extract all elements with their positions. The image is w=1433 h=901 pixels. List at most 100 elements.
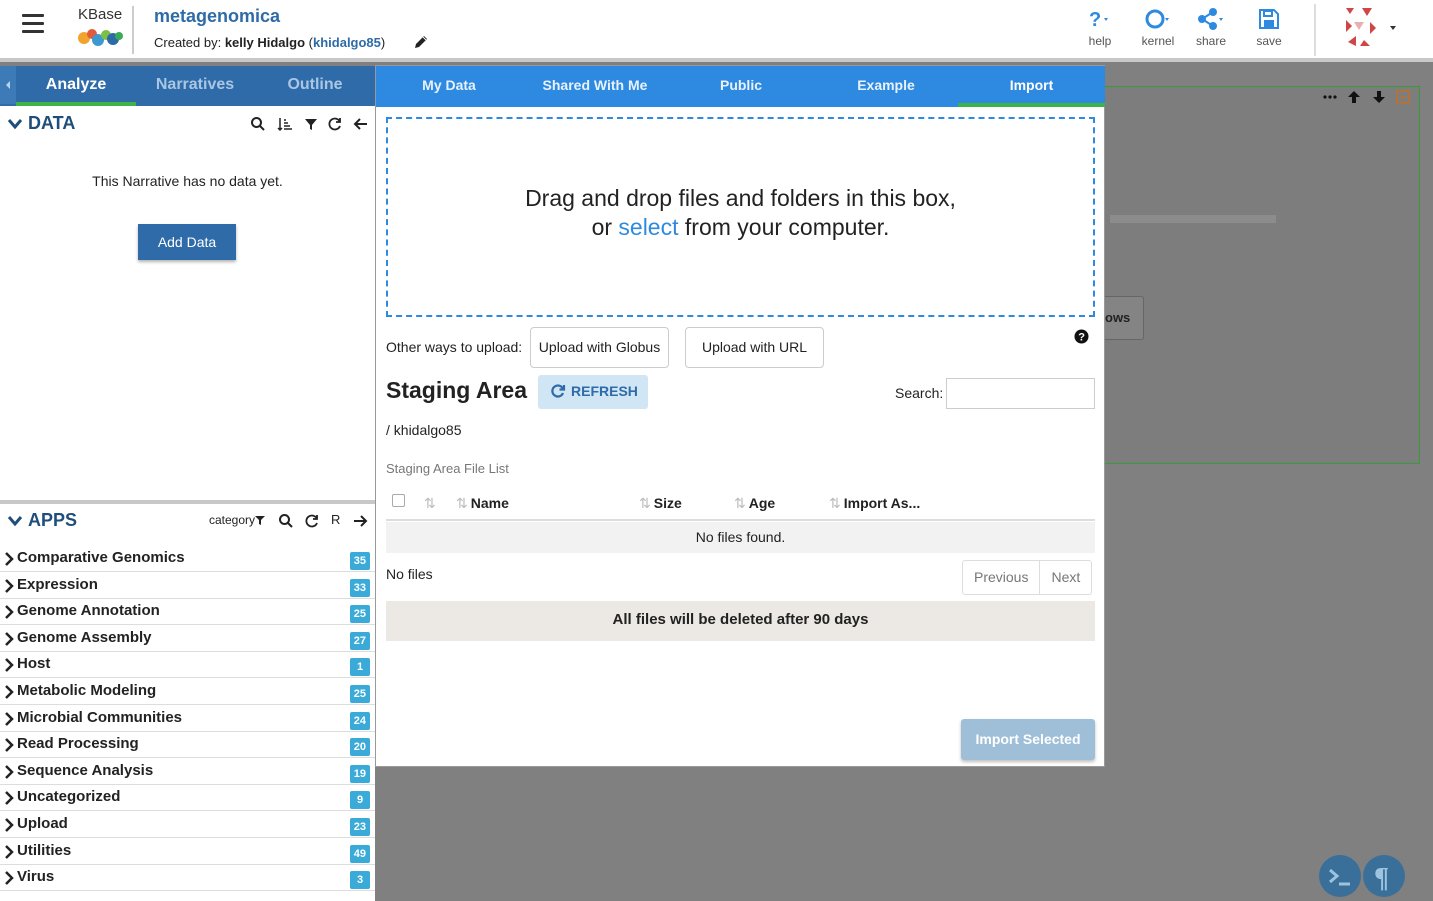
category-sort-dropdown[interactable]: category <box>209 513 266 527</box>
help-button[interactable]: ? help <box>1075 8 1125 48</box>
kbase-logo[interactable]: KBase <box>72 6 126 50</box>
sort-icon[interactable] <box>277 116 293 132</box>
narrative-title[interactable]: metagenomica <box>154 6 280 27</box>
deletion-warning: All files will be deleted after 90 days <box>386 601 1095 641</box>
app-category-read-processing[interactable]: Read Processing 20 <box>0 732 375 758</box>
save-floppy-icon <box>1259 9 1279 29</box>
next-page-button[interactable]: Next <box>1039 561 1091 594</box>
app-category-name: Comparative Genomics <box>17 549 185 566</box>
app-category-name: Sequence Analysis <box>17 762 154 779</box>
column-age[interactable]: ⇅ Age <box>734 495 775 512</box>
refresh-icon <box>551 384 566 398</box>
app-count-badge: 3 <box>350 871 370 889</box>
app-category-utilities[interactable]: Utilities 49 <box>0 839 375 865</box>
hamburger-menu-icon[interactable] <box>22 14 44 34</box>
tab-analyze[interactable]: Analyze <box>16 66 136 106</box>
sort-icon: ⇅ <box>456 495 468 511</box>
import-selected-button[interactable]: Import Selected <box>961 719 1095 760</box>
staging-path-breadcrumb[interactable]: / khidalgo85 <box>386 422 462 438</box>
app-category-name: Upload <box>17 815 68 832</box>
filter-icon <box>255 516 266 525</box>
chevron-down-icon[interactable] <box>7 514 23 528</box>
file-dropzone[interactable]: Drag and drop files and folders in this … <box>386 117 1095 317</box>
filter-icon[interactable] <box>303 116 319 132</box>
cell-partial-button-label: ows <box>1105 310 1131 325</box>
app-category-expression[interactable]: Expression 33 <box>0 573 375 599</box>
tab-narratives[interactable]: Narratives <box>135 66 255 106</box>
user-avatar-icon[interactable] <box>1340 6 1402 50</box>
add-data-button[interactable]: Add Data <box>138 224 236 260</box>
sort-desc-icon: ⇅ <box>734 495 746 511</box>
search-icon[interactable] <box>278 513 294 529</box>
sort-toggle-column[interactable]: ⇅ <box>424 495 439 512</box>
tab-public[interactable]: Public <box>668 66 814 107</box>
r-toggle[interactable]: R <box>331 512 347 528</box>
select-all-checkbox[interactable] <box>392 494 405 507</box>
column-name[interactable]: ⇅ Name <box>456 495 509 512</box>
svg-text:?: ? <box>1089 9 1101 30</box>
move-down-icon[interactable] <box>1371 88 1387 106</box>
kernel-button[interactable]: kernel <box>1133 8 1183 48</box>
created-by-label: Created by: <box>154 35 225 50</box>
app-count-badge: 27 <box>349 632 370 650</box>
edit-pencil-icon[interactable] <box>413 34 429 50</box>
column-size[interactable]: ⇅ Size <box>639 495 682 512</box>
app-count-badge: 1 <box>350 658 370 676</box>
tab-import[interactable]: Import <box>958 66 1105 107</box>
chevron-right-icon <box>5 685 14 699</box>
app-category-genome-assembly[interactable]: Genome Assembly 27 <box>0 626 375 652</box>
chevron-right-icon <box>5 579 14 593</box>
app-category-comparative-genomics[interactable]: Comparative Genomics 35 <box>0 546 375 572</box>
app-category-metabolic-modeling[interactable]: Metabolic Modeling 25 <box>0 679 375 705</box>
staging-search-input[interactable] <box>946 378 1095 409</box>
app-category-name: Uncategorized <box>17 788 121 805</box>
app-category-sequence-analysis[interactable]: Sequence Analysis 19 <box>0 759 375 785</box>
tab-my-data[interactable]: My Data <box>376 66 522 107</box>
column-name-label: Name <box>470 495 509 511</box>
column-import-as[interactable]: ⇅ Import As... <box>829 495 920 512</box>
refresh-icon[interactable] <box>304 513 320 529</box>
apps-divider[interactable] <box>0 500 375 504</box>
arrow-right-icon[interactable] <box>352 513 368 529</box>
markdown-paragraph-icon[interactable]: ¶ <box>1363 855 1405 897</box>
share-icon <box>1198 8 1223 30</box>
app-count-badge: 23 <box>349 818 370 836</box>
app-count-badge: 25 <box>349 685 370 703</box>
cell-more-icon[interactable] <box>1322 88 1338 106</box>
upload-globus-button[interactable]: Upload with Globus <box>530 327 669 368</box>
app-category-genome-annotation[interactable]: Genome Annotation 25 <box>0 599 375 625</box>
search-icon[interactable] <box>250 116 266 132</box>
tab-shared-with-me[interactable]: Shared With Me <box>522 66 668 107</box>
refresh-label: REFRESH <box>571 383 638 399</box>
chevron-right-icon <box>5 552 14 566</box>
save-button[interactable]: save <box>1244 8 1294 48</box>
chevron-right-icon <box>5 791 14 805</box>
move-up-icon[interactable] <box>1346 88 1362 106</box>
arrow-left-icon[interactable] <box>353 116 369 132</box>
app-category-uncategorized[interactable]: Uncategorized 9 <box>0 785 375 811</box>
app-category-virus[interactable]: Virus 3 <box>0 865 375 891</box>
refresh-icon[interactable] <box>327 116 343 132</box>
previous-page-button[interactable]: Previous <box>963 561 1039 594</box>
tab-outline[interactable]: Outline <box>255 66 375 106</box>
terminal-icon[interactable] <box>1319 855 1361 897</box>
owner-username-link[interactable]: khidalgo85 <box>313 35 381 50</box>
upload-url-button[interactable]: Upload with URL <box>685 327 824 368</box>
refresh-staging-button[interactable]: REFRESH <box>538 375 648 409</box>
svg-text:?: ? <box>1078 332 1085 344</box>
question-circle-icon[interactable]: ? <box>1074 329 1089 344</box>
app-category-name: Metabolic Modeling <box>17 682 157 699</box>
collapse-panel-button[interactable] <box>0 66 16 104</box>
sort-icon: ⇅ <box>424 495 436 511</box>
left-panel: Analyze Narratives Outline DATA This Nar… <box>0 66 375 901</box>
select-files-link[interactable]: select <box>618 214 678 240</box>
app-category-microbial-communities[interactable]: Microbial Communities 24 <box>0 706 375 732</box>
collapse-cell-icon[interactable] <box>1395 88 1411 106</box>
share-button[interactable]: share <box>1186 8 1236 48</box>
app-category-upload[interactable]: Upload 23 <box>0 812 375 838</box>
tab-example[interactable]: Example <box>814 66 958 107</box>
app-category-host[interactable]: Host 1 <box>0 652 375 678</box>
file-list-caption: Staging Area File List <box>386 461 509 476</box>
chevron-down-icon[interactable] <box>7 117 23 131</box>
search-label: Search: <box>895 385 944 401</box>
